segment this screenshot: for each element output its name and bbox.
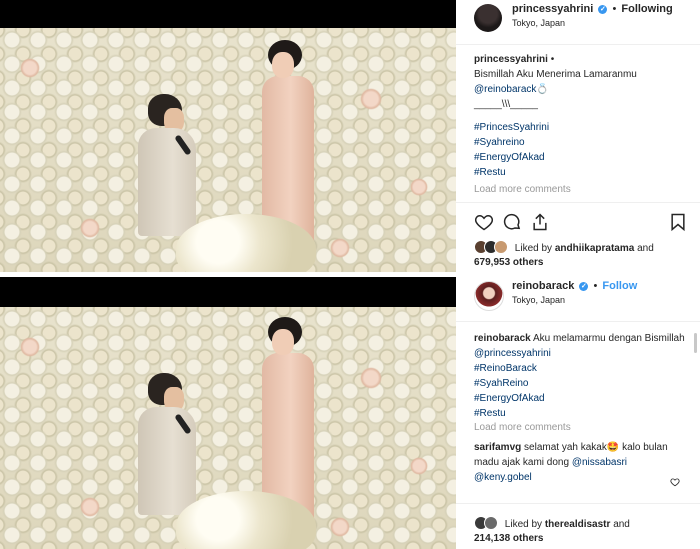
caption-line: Bismillah Aku Menerima Lamaranmu <box>474 69 637 80</box>
caption-line: _____\\\_____ <box>474 99 538 110</box>
post-1-header: princessyahrini ✓ • Following Tokyo, Jap… <box>456 0 700 36</box>
likes: Liked by therealdisastr and 214,138 othe… <box>474 516 694 546</box>
post-1-panel: princessyahrini ✓ • Following Tokyo, Jap… <box>456 0 700 272</box>
hashtag[interactable]: #Restu <box>474 406 686 421</box>
liker-avatar <box>494 240 508 254</box>
hashtag[interactable]: #PrincesSyahrini <box>474 120 686 135</box>
load-more-comments[interactable]: Load more comments <box>474 184 571 195</box>
groom <box>138 94 198 244</box>
avatar[interactable] <box>474 281 504 311</box>
likes: Liked by andhiikapratama and 679,953 oth… <box>474 240 694 270</box>
comment-username[interactable]: sarifamvg <box>474 442 521 453</box>
comment-mention[interactable]: @nissabasri <box>572 457 627 468</box>
comment: sarifamvg selamat yah kakak🤩 kalo bulan … <box>474 442 668 483</box>
post-1: princessyahrini ✓ • Following Tokyo, Jap… <box>0 0 700 272</box>
liked-by-user[interactable]: therealdisastr <box>545 519 611 530</box>
hashtag[interactable]: #Restu <box>474 165 686 180</box>
bookmark-icon[interactable] <box>668 212 688 232</box>
divider <box>456 44 700 45</box>
heart-icon[interactable] <box>670 477 680 487</box>
caption: princessyahrini • Bismillah Aku Menerima… <box>474 52 686 180</box>
groom <box>138 373 198 523</box>
following-button[interactable]: Following <box>621 3 672 15</box>
post-2-photo <box>0 307 456 549</box>
post-2: reinobarack ✓ • Follow Tokyo, Japan rein… <box>0 277 700 549</box>
post-1-photo <box>0 28 456 272</box>
heart-icon[interactable] <box>474 212 494 232</box>
likes-count[interactable]: 679,953 others <box>474 257 544 268</box>
post-2-media[interactable] <box>0 277 456 549</box>
caption: reinobarack Aku melamarmu dengan Bismill… <box>474 333 686 421</box>
hashtag[interactable]: #SyahReino <box>474 376 686 391</box>
hashtag[interactable]: #EnergyOfAkad <box>474 150 686 165</box>
username[interactable]: reinobarack <box>512 280 574 292</box>
post-1-media[interactable] <box>0 0 456 272</box>
location[interactable]: Tokyo, Japan <box>512 295 565 305</box>
caption-username[interactable]: reinobarack <box>474 333 531 344</box>
hashtag[interactable]: #EnergyOfAkad <box>474 391 686 406</box>
liked-by-user[interactable]: andhiikapratama <box>555 243 634 254</box>
hashtag[interactable]: #Syahreino <box>474 135 686 150</box>
hashtag[interactable]: #ReinoBarack <box>474 361 686 376</box>
caption-mention[interactable]: @reinobarack💍 <box>474 82 686 97</box>
post-2-header: reinobarack ✓ • Follow Tokyo, Japan <box>456 277 700 313</box>
caption-mention[interactable]: @princessyahrini <box>474 348 551 359</box>
likes-count[interactable]: 214,138 others <box>474 533 544 544</box>
username[interactable]: princessyahrini <box>512 3 593 15</box>
share-icon[interactable] <box>530 212 550 232</box>
post-2-panel: reinobarack ✓ • Follow Tokyo, Japan rein… <box>456 277 700 549</box>
avatar[interactable] <box>474 4 502 32</box>
caption-username[interactable]: princessyahrini <box>474 54 548 65</box>
load-more-comments[interactable]: Load more comments <box>474 422 571 433</box>
verified-icon: ✓ <box>598 5 608 14</box>
comment-mention[interactable]: @keny.gobel <box>474 472 532 483</box>
verified-icon: ✓ <box>579 282 589 291</box>
scrollbar[interactable] <box>694 333 697 353</box>
follow-button[interactable]: Follow <box>602 280 637 292</box>
comment-icon[interactable] <box>502 212 522 232</box>
liker-avatar <box>484 516 498 530</box>
post-1-actions <box>474 212 688 232</box>
location[interactable]: Tokyo, Japan <box>512 18 565 28</box>
